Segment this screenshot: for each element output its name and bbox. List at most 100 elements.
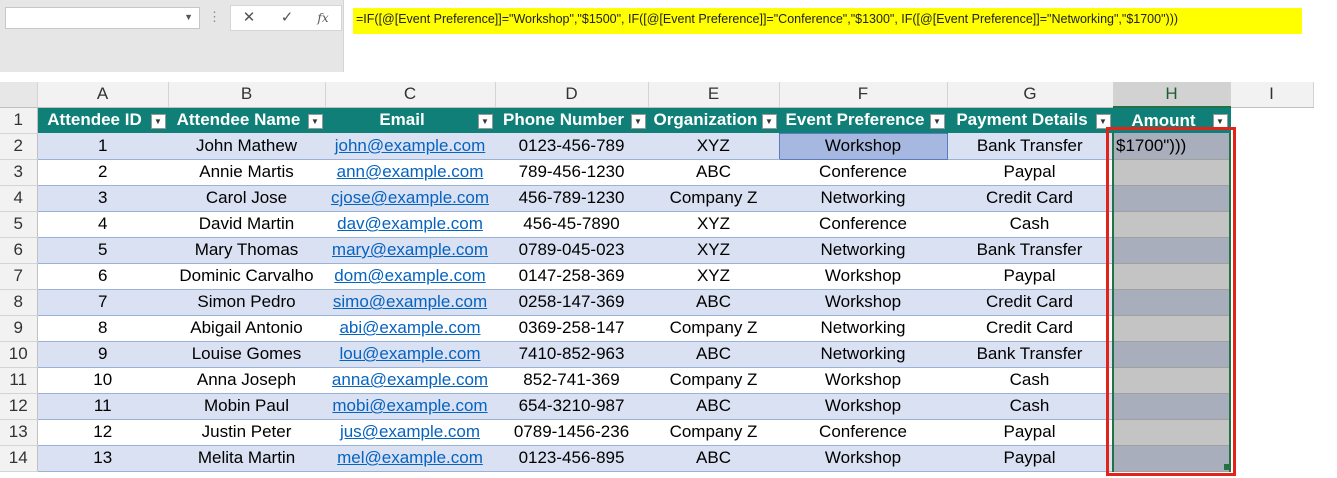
column-header-h[interactable]: H bbox=[1113, 82, 1231, 108]
row-number[interactable]: 3 bbox=[0, 159, 38, 186]
organization-cell[interactable]: ABC bbox=[648, 289, 779, 316]
organization-cell[interactable]: Company Z bbox=[648, 185, 779, 212]
email-cell[interactable]: ann@example.com bbox=[325, 159, 495, 186]
phone-cell[interactable]: 0369-258-147 bbox=[495, 315, 648, 342]
header-attendee-name[interactable]: Attendee Name ▼ bbox=[168, 107, 326, 133]
organization-cell[interactable]: XYZ bbox=[648, 211, 779, 238]
event-preference-cell[interactable]: Workshop bbox=[779, 289, 947, 316]
name-box[interactable]: ▼ bbox=[5, 7, 200, 29]
event-preference-cell[interactable]: Networking bbox=[779, 185, 947, 212]
empty-cell[interactable] bbox=[1230, 263, 1313, 289]
row-number[interactable]: 6 bbox=[0, 237, 38, 264]
row-number[interactable]: 4 bbox=[0, 185, 38, 212]
resize-grip-icon[interactable]: ⋮ bbox=[208, 9, 221, 25]
attendee-id-cell[interactable]: 6 bbox=[37, 263, 168, 290]
row-number[interactable]: 8 bbox=[0, 289, 38, 316]
row-number[interactable]: 13 bbox=[0, 419, 38, 446]
payment-cell[interactable]: Paypal bbox=[947, 159, 1113, 186]
payment-cell[interactable]: Credit Card bbox=[947, 185, 1113, 212]
row-number[interactable]: 1 bbox=[0, 107, 38, 134]
phone-cell[interactable]: 0789-045-023 bbox=[495, 237, 648, 264]
event-preference-cell[interactable]: Workshop bbox=[779, 393, 947, 420]
empty-cell[interactable] bbox=[1230, 133, 1313, 159]
empty-cell[interactable] bbox=[1230, 289, 1313, 315]
filter-dropdown-icon[interactable]: ▼ bbox=[1095, 113, 1111, 129]
enter-icon[interactable]: ✓ bbox=[275, 9, 299, 27]
phone-cell[interactable]: 0258-147-369 bbox=[495, 289, 648, 316]
email-cell[interactable]: abi@example.com bbox=[325, 315, 495, 342]
payment-cell[interactable]: Credit Card bbox=[947, 289, 1113, 316]
filter-dropdown-icon[interactable]: ▼ bbox=[307, 113, 323, 129]
organization-cell[interactable]: XYZ bbox=[648, 133, 779, 160]
column-header-f[interactable]: F bbox=[779, 82, 948, 108]
phone-cell[interactable]: 0123-456-789 bbox=[495, 133, 648, 160]
row-number[interactable]: 11 bbox=[0, 367, 38, 394]
organization-cell[interactable]: ABC bbox=[648, 159, 779, 186]
attendee-id-cell[interactable]: 7 bbox=[37, 289, 168, 316]
row-number[interactable]: 2 bbox=[0, 133, 38, 160]
payment-cell[interactable]: Bank Transfer bbox=[947, 341, 1113, 368]
event-preference-cell[interactable]: Workshop bbox=[778, 132, 948, 160]
empty-cell[interactable] bbox=[1230, 237, 1313, 263]
header-phone-number[interactable]: Phone Number ▼ bbox=[495, 107, 649, 133]
row-number[interactable]: 14 bbox=[0, 445, 38, 472]
filter-dropdown-icon[interactable]: ▼ bbox=[929, 113, 945, 129]
amount-cell[interactable] bbox=[1112, 341, 1231, 368]
email-cell[interactable]: cjose@example.com bbox=[325, 185, 495, 212]
attendee-id-cell[interactable]: 13 bbox=[37, 445, 168, 472]
event-preference-cell[interactable]: Networking bbox=[779, 341, 947, 368]
filter-dropdown-icon[interactable]: ▼ bbox=[761, 113, 777, 129]
insert-function-icon[interactable]: fx bbox=[311, 9, 335, 27]
attendee-id-cell[interactable]: 10 bbox=[37, 367, 168, 394]
organization-cell[interactable]: Company Z bbox=[648, 419, 779, 446]
fill-handle[interactable] bbox=[1224, 464, 1230, 470]
filter-dropdown-icon[interactable]: ▼ bbox=[1212, 114, 1228, 129]
formula-input[interactable]: =IF([@[Event Preference]]="Workshop","$1… bbox=[343, 0, 1337, 72]
attendee-name-cell[interactable]: Dominic Carvalho bbox=[168, 263, 325, 290]
phone-cell[interactable]: 0789-1456-236 bbox=[495, 419, 648, 446]
column-header-b[interactable]: B bbox=[168, 82, 326, 108]
attendee-name-cell[interactable]: David Martin bbox=[168, 211, 325, 238]
attendee-name-cell[interactable]: Mary Thomas bbox=[168, 237, 325, 264]
email-link[interactable]: simo@example.com bbox=[333, 292, 487, 311]
organization-cell[interactable]: ABC bbox=[648, 341, 779, 368]
row-number[interactable]: 5 bbox=[0, 211, 38, 238]
email-cell[interactable]: lou@example.com bbox=[325, 341, 495, 368]
cell-i1[interactable] bbox=[1230, 107, 1313, 133]
email-link[interactable]: dav@example.com bbox=[337, 214, 483, 233]
header-organization[interactable]: Organization ▼ bbox=[648, 107, 780, 133]
email-link[interactable]: mel@example.com bbox=[337, 448, 483, 467]
column-header-e[interactable]: E bbox=[648, 82, 780, 108]
payment-cell[interactable]: Paypal bbox=[947, 263, 1113, 290]
amount-cell[interactable] bbox=[1112, 185, 1231, 212]
formula-text[interactable]: =IF([@[Event Preference]]="Workshop","$1… bbox=[353, 8, 1302, 34]
attendee-name-cell[interactable]: Annie Martis bbox=[168, 159, 325, 186]
amount-cell[interactable] bbox=[1112, 237, 1231, 264]
attendee-name-cell[interactable]: Simon Pedro bbox=[168, 289, 325, 316]
filter-dropdown-icon[interactable]: ▼ bbox=[150, 113, 166, 129]
filter-dropdown-icon[interactable]: ▼ bbox=[630, 113, 646, 129]
attendee-name-cell[interactable]: Abigail Antonio bbox=[168, 315, 325, 342]
event-preference-cell[interactable]: Workshop bbox=[779, 263, 947, 290]
payment-cell[interactable]: Paypal bbox=[947, 445, 1113, 472]
phone-cell[interactable]: 7410-852-963 bbox=[495, 341, 648, 368]
email-link[interactable]: abi@example.com bbox=[339, 318, 480, 337]
amount-cell[interactable] bbox=[1112, 393, 1231, 420]
organization-cell[interactable]: Company Z bbox=[648, 315, 779, 342]
payment-cell[interactable]: Cash bbox=[947, 211, 1113, 238]
amount-cell[interactable] bbox=[1112, 159, 1231, 186]
organization-cell[interactable]: XYZ bbox=[648, 263, 779, 290]
email-link[interactable]: john@example.com bbox=[335, 136, 486, 155]
payment-cell[interactable]: Bank Transfer bbox=[947, 237, 1113, 264]
phone-cell[interactable]: 456-789-1230 bbox=[495, 185, 648, 212]
amount-cell[interactable] bbox=[1112, 419, 1231, 446]
attendee-id-cell[interactable]: 5 bbox=[37, 237, 168, 264]
payment-cell[interactable]: Cash bbox=[947, 367, 1113, 394]
payment-cell[interactable]: Cash bbox=[947, 393, 1113, 420]
amount-cell[interactable] bbox=[1112, 445, 1231, 472]
payment-cell[interactable]: Credit Card bbox=[947, 315, 1113, 342]
email-link[interactable]: ann@example.com bbox=[337, 162, 484, 181]
attendee-name-cell[interactable]: John Mathew bbox=[168, 133, 325, 160]
amount-cell[interactable] bbox=[1112, 367, 1231, 394]
empty-cell[interactable] bbox=[1230, 419, 1313, 445]
